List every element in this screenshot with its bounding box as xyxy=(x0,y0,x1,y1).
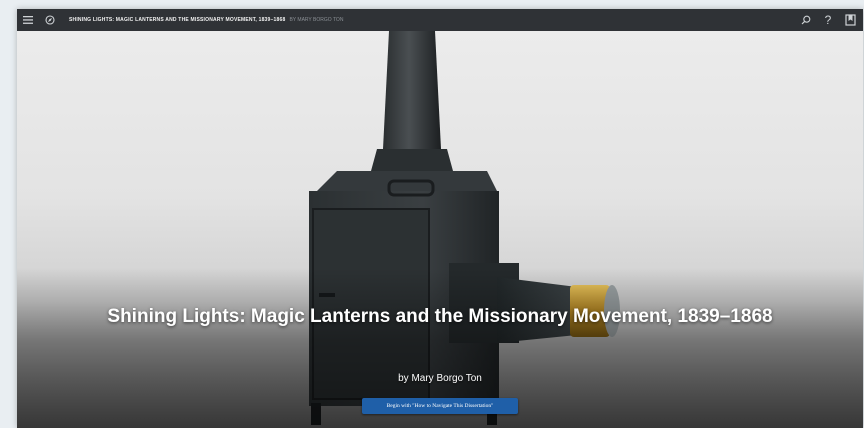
book-title[interactable]: SHINING LIGHTS: MAGIC LANTERNS AND THE M… xyxy=(69,17,285,23)
hero-section xyxy=(17,31,863,428)
hero-title: Shining Lights: Magic Lanterns and the M… xyxy=(107,306,773,327)
top-navigation-bar: SHINING LIGHTS: MAGIC LANTERNS AND THE M… xyxy=(17,9,863,31)
search-icon[interactable] xyxy=(797,9,815,31)
begin-button[interactable]: Begin with "How to Navigate This Dissert… xyxy=(362,398,518,414)
menu-icon[interactable] xyxy=(17,9,39,31)
help-icon[interactable]: ? xyxy=(819,9,837,31)
topbar-actions: ? xyxy=(797,9,863,31)
book-author: BY MARY BORGO TON xyxy=(289,17,344,23)
compass-icon[interactable] xyxy=(39,9,61,31)
app-frame: SHINING LIGHTS: MAGIC LANTERNS AND THE M… xyxy=(17,9,863,428)
bookmark-icon[interactable] xyxy=(841,9,859,31)
hero-byline: by Mary Borgo Ton xyxy=(398,373,482,384)
